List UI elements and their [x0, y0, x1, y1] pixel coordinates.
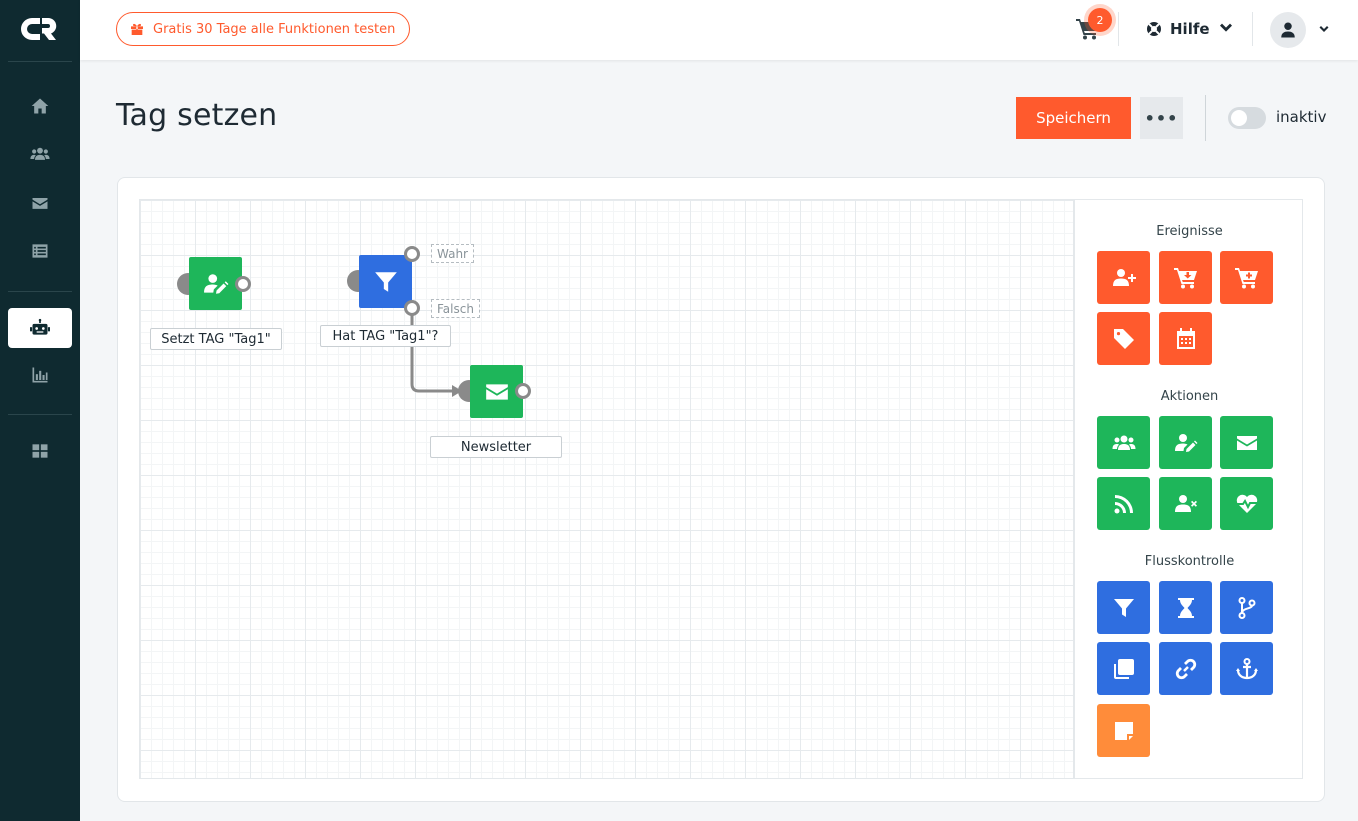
- palette-action-rss[interactable]: [1097, 477, 1150, 530]
- sidebar-item-mail[interactable]: [8, 183, 72, 223]
- more-options-button[interactable]: •••: [1140, 97, 1183, 139]
- sidebar-divider: [8, 291, 72, 292]
- chevron-down-icon: [1319, 26, 1329, 32]
- palette-flow-wait[interactable]: [1159, 581, 1212, 634]
- envelope-icon: [485, 383, 508, 400]
- filter-icon: [374, 271, 397, 292]
- palette-action-remove-contact[interactable]: [1159, 477, 1212, 530]
- flow-canvas[interactable]: [139, 199, 1074, 779]
- link-icon: [1175, 658, 1196, 679]
- envelope-icon: [1236, 435, 1257, 450]
- user-edit-icon: [1174, 433, 1197, 452]
- sidebar-item-home[interactable]: [8, 86, 72, 126]
- user-icon: [1281, 22, 1295, 38]
- anchor-icon: [1235, 657, 1258, 679]
- chart-icon: [32, 367, 48, 383]
- palette-section-title: Flusskontrolle: [1144, 554, 1235, 569]
- sidebar-item-contacts[interactable]: [8, 134, 72, 174]
- branch-icon: [1238, 596, 1255, 619]
- palette-flow-copy[interactable]: [1097, 642, 1150, 695]
- palette-action-email[interactable]: [1220, 416, 1273, 469]
- robot-icon: [30, 318, 50, 335]
- node-label: Newsletter: [430, 436, 562, 458]
- palette-flow-split[interactable]: [1220, 581, 1273, 634]
- sidebar-item-dashboard[interactable]: [8, 431, 72, 471]
- status-label: inaktiv: [1276, 108, 1327, 126]
- save-button[interactable]: Speichern: [1016, 97, 1131, 139]
- palette-event-new-contact[interactable]: [1097, 251, 1150, 304]
- node-label: Hat TAG "Tag1"?: [320, 325, 451, 347]
- palette-event-cart-add[interactable]: [1220, 251, 1273, 304]
- palette-flow-anchor[interactable]: [1220, 642, 1273, 695]
- palette-event-tag[interactable]: [1097, 312, 1150, 365]
- node-output-port[interactable]: [515, 383, 531, 399]
- home-icon: [31, 98, 49, 114]
- rss-icon: [1114, 494, 1133, 513]
- logo[interactable]: [20, 14, 60, 44]
- node-label: Setzt TAG "Tag1": [150, 328, 282, 350]
- calendar-icon: [1176, 327, 1195, 349]
- false-output-port[interactable]: [404, 300, 420, 316]
- toggle-knob: [1231, 110, 1247, 126]
- sidebar-item-automation[interactable]: [8, 308, 72, 348]
- palette-flow-link[interactable]: [1159, 642, 1212, 695]
- cart-count-badge: 2: [1088, 8, 1112, 32]
- chevron-down-icon: [1219, 23, 1232, 32]
- avatar: [1270, 12, 1306, 48]
- user-edit-icon: [203, 273, 228, 294]
- header-divider: [1205, 95, 1206, 141]
- help-menu[interactable]: Hilfe: [1146, 16, 1234, 42]
- palette-action-edit-contact[interactable]: [1159, 416, 1212, 469]
- hourglass-icon: [1177, 597, 1194, 618]
- palette-flow-note[interactable]: [1097, 704, 1150, 757]
- note-icon: [1114, 721, 1133, 740]
- users-icon: [30, 147, 50, 160]
- user-menu[interactable]: [1270, 12, 1330, 48]
- palette-action-health[interactable]: [1220, 477, 1273, 530]
- trial-label: Gratis 30 Tage alle Funktionen testen: [153, 21, 396, 37]
- palette-flow-filter[interactable]: [1097, 581, 1150, 634]
- help-label: Hilfe: [1170, 20, 1210, 38]
- lifebuoy-icon: [1147, 22, 1161, 36]
- user-plus-icon: [1112, 268, 1136, 286]
- heartbeat-icon: [1236, 494, 1257, 513]
- branch-true-label: Wahr: [431, 244, 474, 263]
- page-title: Tag setzen: [116, 98, 278, 133]
- sidebar-item-lists[interactable]: [8, 231, 72, 271]
- palette-event-date[interactable]: [1159, 312, 1212, 365]
- palette-action-group[interactable]: [1097, 416, 1150, 469]
- sidebar-divider: [8, 61, 72, 62]
- palette-section-title: Ereignisse: [1156, 224, 1223, 239]
- palette-section-title: Aktionen: [1160, 389, 1219, 404]
- sidebar-divider: [8, 414, 72, 415]
- list-icon: [32, 244, 48, 258]
- true-output-port[interactable]: [404, 246, 420, 262]
- branch-false-label: Falsch: [431, 299, 480, 318]
- user-remove-icon: [1174, 494, 1197, 512]
- flow-node-has-tag[interactable]: [359, 255, 412, 308]
- cart-arrow-icon: [1173, 267, 1197, 288]
- sidebar: [0, 0, 80, 821]
- cart-plus-icon: [1234, 267, 1258, 288]
- topbar-divider: [1252, 12, 1253, 46]
- topbar-divider: [1118, 12, 1119, 46]
- trial-button[interactable]: Gratis 30 Tage alle Funktionen testen: [116, 12, 411, 46]
- top-bar: Gratis 30 Tage alle Funktionen testen 2 …: [80, 0, 1358, 60]
- gift-icon: [131, 23, 143, 35]
- palette-event-purchase[interactable]: [1159, 251, 1212, 304]
- envelope-icon: [32, 198, 48, 209]
- active-toggle[interactable]: [1228, 107, 1266, 129]
- users-icon: [1112, 435, 1135, 450]
- tag-icon: [1113, 328, 1134, 349]
- sidebar-item-statistics[interactable]: [8, 355, 72, 395]
- grid-icon: [32, 444, 48, 458]
- copy-icon: [1113, 658, 1134, 679]
- cart-button[interactable]: 2: [1074, 8, 1112, 46]
- filter-icon: [1113, 598, 1134, 617]
- node-output-port[interactable]: [235, 276, 251, 292]
